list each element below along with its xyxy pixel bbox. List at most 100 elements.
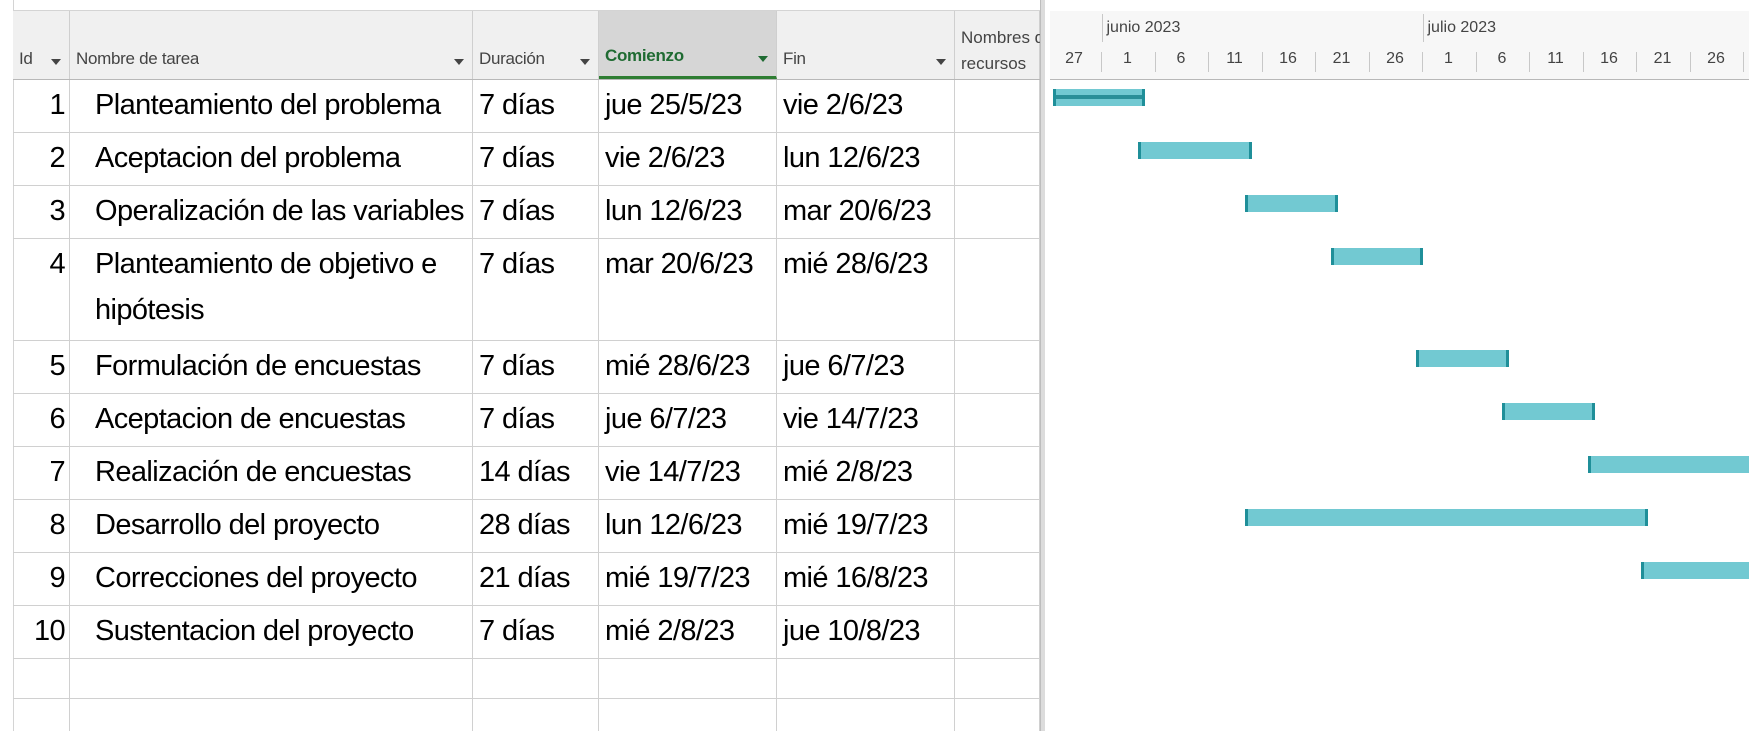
cell-duration[interactable]: 7 días <box>473 341 599 393</box>
cell-resources[interactable] <box>955 133 1040 185</box>
cell-task-name[interactable]: Planteamiento de objetivo e hipótesis <box>70 239 473 340</box>
cell-start[interactable]: lun 12/6/23 <box>599 186 777 238</box>
cell-start[interactable]: mié 2/8/23 <box>599 606 777 658</box>
empty-cell[interactable] <box>955 659 1040 698</box>
table-row[interactable]: 10 Sustentacion del proyecto 7 días mié 2/8… <box>13 606 1045 659</box>
cell-task-name[interactable]: Planteamiento del problema <box>70 80 473 132</box>
cell-task-name[interactable]: Correcciones del proyecto <box>70 553 473 605</box>
empty-cell[interactable] <box>955 699 1040 731</box>
table-row[interactable]: 3 Operalización de las variables 7 días lun… <box>13 186 1045 239</box>
cell-duration[interactable]: 7 días <box>473 394 599 446</box>
cell-resources[interactable] <box>955 239 1040 340</box>
cell-resources[interactable] <box>955 447 1040 499</box>
empty-cell[interactable] <box>13 659 70 698</box>
cell-finish[interactable]: mié 16/8/23 <box>777 553 955 605</box>
column-header-resources[interactable]: Nombres d recursos <box>955 11 1044 79</box>
table-row[interactable]: 5 Formulación de encuestas 7 días mié 28/6/… <box>13 341 1045 394</box>
cell-id[interactable]: 6 <box>13 394 70 446</box>
cell-start[interactable]: mié 19/7/23 <box>599 553 777 605</box>
cell-task-name[interactable]: Aceptacion de encuestas <box>70 394 473 446</box>
empty-cell[interactable] <box>473 659 599 698</box>
empty-row[interactable] <box>13 699 1045 731</box>
cell-start[interactable]: vie 14/7/23 <box>599 447 777 499</box>
cell-id[interactable]: 5 <box>13 341 70 393</box>
cell-duration[interactable]: 14 días <box>473 447 599 499</box>
cell-id[interactable]: 1 <box>13 80 70 132</box>
column-header-name[interactable]: Nombre de tarea <box>70 11 473 79</box>
cell-finish[interactable]: jue 6/7/23 <box>777 341 955 393</box>
cell-finish[interactable]: mar 20/6/23 <box>777 186 955 238</box>
chevron-down-icon[interactable] <box>936 59 946 65</box>
cell-duration[interactable]: 7 días <box>473 239 599 340</box>
row-selector-strip[interactable] <box>0 0 14 731</box>
cell-start[interactable]: lun 12/6/23 <box>599 500 777 552</box>
chevron-down-icon[interactable] <box>758 56 768 62</box>
cell-id[interactable]: 9 <box>13 553 70 605</box>
cell-duration[interactable]: 7 días <box>473 80 599 132</box>
gantt-task-bar[interactable] <box>1641 562 1749 579</box>
gantt-task-bar[interactable] <box>1416 350 1509 367</box>
cell-resources[interactable] <box>955 553 1040 605</box>
split-bar[interactable] <box>1040 0 1045 731</box>
cell-start[interactable]: mar 20/6/23 <box>599 239 777 340</box>
table-row[interactable]: 7 Realización de encuestas 14 días vie 14/7… <box>13 447 1045 500</box>
cell-resources[interactable] <box>955 606 1040 658</box>
cell-start[interactable]: jue 25/5/23 <box>599 80 777 132</box>
cell-resources[interactable] <box>955 341 1040 393</box>
cell-task-name[interactable]: Desarrollo del proyecto <box>70 500 473 552</box>
table-row[interactable]: 1 Planteamiento del problema 7 días jue 25/… <box>13 80 1045 133</box>
column-header-start[interactable]: Comienzo <box>599 11 777 79</box>
empty-cell[interactable] <box>473 699 599 731</box>
cell-finish[interactable]: jue 10/8/23 <box>777 606 955 658</box>
table-row[interactable]: 4 Planteamiento de objetivo e hipótesis 7 … <box>13 239 1045 341</box>
cell-resources[interactable] <box>955 186 1040 238</box>
empty-cell[interactable] <box>70 699 473 731</box>
gantt-task-bar[interactable] <box>1587 456 1749 473</box>
cell-finish[interactable]: mié 28/6/23 <box>777 239 955 340</box>
column-header-id[interactable]: Id <box>13 11 70 79</box>
cell-task-name[interactable]: Formulación de encuestas <box>70 341 473 393</box>
cell-start[interactable]: jue 6/7/23 <box>599 394 777 446</box>
cell-duration[interactable]: 21 días <box>473 553 599 605</box>
empty-cell[interactable] <box>777 699 955 731</box>
empty-row[interactable] <box>13 659 1045 699</box>
cell-resources[interactable] <box>955 80 1040 132</box>
cell-finish[interactable]: vie 2/6/23 <box>777 80 955 132</box>
table-row[interactable]: 2 Aceptacion del problema 7 días vie 2/6/23… <box>13 133 1045 186</box>
gantt-task-bar[interactable] <box>1245 195 1338 212</box>
cell-id[interactable]: 3 <box>13 186 70 238</box>
empty-cell[interactable] <box>777 659 955 698</box>
cell-duration[interactable]: 7 días <box>473 133 599 185</box>
cell-id[interactable]: 8 <box>13 500 70 552</box>
gantt-task-bar[interactable] <box>1330 248 1424 265</box>
empty-cell[interactable] <box>13 699 70 731</box>
cell-finish[interactable]: lun 12/6/23 <box>777 133 955 185</box>
table-row[interactable]: 9 Correcciones del proyecto 21 días mié 19/… <box>13 553 1045 606</box>
chevron-down-icon[interactable] <box>51 59 61 65</box>
column-header-finish[interactable]: Fin <box>777 11 955 79</box>
cell-resources[interactable] <box>955 394 1040 446</box>
table-row[interactable]: 8 Desarrollo del proyecto 28 días lun 12/6/… <box>13 500 1045 553</box>
cell-id[interactable]: 2 <box>13 133 70 185</box>
cell-finish[interactable]: mié 2/8/23 <box>777 447 955 499</box>
column-header-duration[interactable]: Duración <box>473 11 599 79</box>
cell-resources[interactable] <box>955 500 1040 552</box>
table-row[interactable]: 6 Aceptacion de encuestas 7 días jue 6/7/23… <box>13 394 1045 447</box>
cell-start[interactable]: mié 28/6/23 <box>599 341 777 393</box>
cell-duration[interactable]: 7 días <box>473 606 599 658</box>
chevron-down-icon[interactable] <box>580 59 590 65</box>
cell-finish[interactable]: vie 14/7/23 <box>777 394 955 446</box>
empty-cell[interactable] <box>70 659 473 698</box>
chevron-down-icon[interactable] <box>454 59 464 65</box>
cell-task-name[interactable]: Sustentacion del proyecto <box>70 606 473 658</box>
cell-task-name[interactable]: Aceptacion del problema <box>70 133 473 185</box>
cell-id[interactable]: 7 <box>13 447 70 499</box>
cell-finish[interactable]: mié 19/7/23 <box>777 500 955 552</box>
gantt-task-bar[interactable] <box>1502 403 1595 420</box>
cell-duration[interactable]: 28 días <box>473 500 599 552</box>
empty-cell[interactable] <box>599 699 777 731</box>
cell-task-name[interactable]: Operalización de las variables <box>70 186 473 238</box>
gantt-task-bar[interactable] <box>1245 509 1649 526</box>
empty-cell[interactable] <box>599 659 777 698</box>
gantt-task-bar[interactable] <box>1052 89 1146 106</box>
